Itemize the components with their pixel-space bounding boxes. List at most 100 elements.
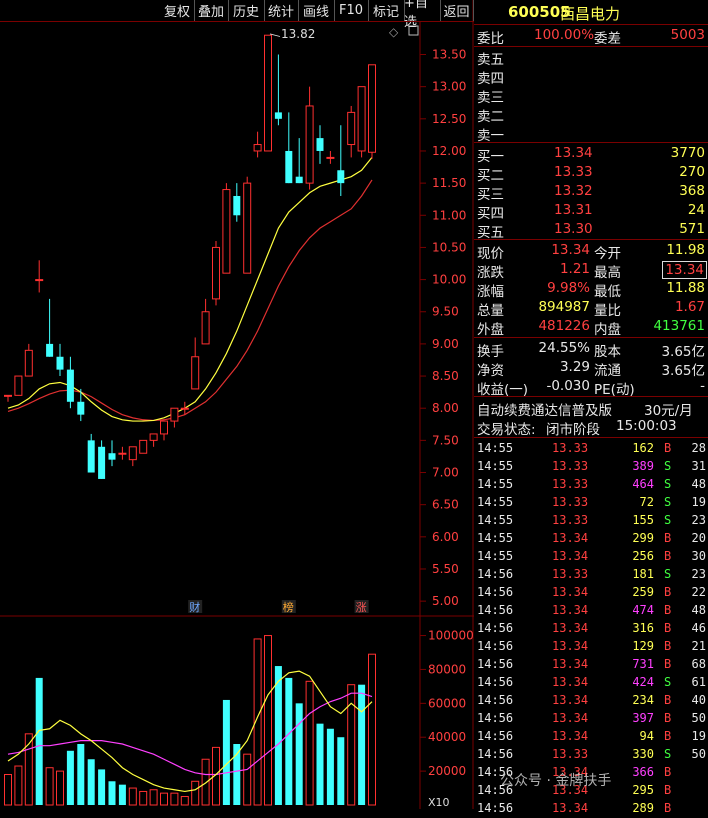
stat-label: 内盘 (594, 322, 621, 338)
candle-body (87, 440, 95, 473)
toolbar-button[interactable]: +自选 (404, 0, 441, 30)
candle (128, 446, 137, 467)
tick-time: 14:56 (477, 657, 514, 671)
stat-label: 涨幅 (477, 284, 504, 300)
toolbar-button[interactable]: 画线 (298, 0, 335, 21)
candle-body (368, 64, 376, 153)
candle-body (77, 401, 85, 415)
candle-body (212, 246, 220, 300)
stat-value: 9.98% (547, 280, 590, 296)
event-marker: 财 (189, 600, 200, 614)
price-tick-label: 6.00 (432, 530, 459, 544)
candle (108, 440, 116, 467)
tick-row: 14:56 13.34 259 B 22 (474, 584, 708, 602)
tick-direction: S (664, 459, 672, 473)
candle-body (98, 446, 106, 479)
stat-row: 总量 894987 量比 1.67 (474, 299, 708, 319)
tick-volume: 234 (632, 693, 654, 707)
tick-count: 40 (691, 693, 706, 707)
tick-volume: 256 (632, 549, 654, 563)
candle-body (160, 420, 168, 435)
volume-bar (14, 765, 23, 806)
tick-direction: B (664, 549, 672, 563)
tick-time: 14:56 (477, 711, 514, 725)
stat-label: 净资 (477, 363, 504, 379)
tick-volume: 316 (632, 621, 654, 635)
tick-direction: B (664, 621, 672, 635)
toolbar-button[interactable]: F10 (334, 0, 369, 21)
price-ma-red-line (7, 179, 373, 422)
toolbar-button[interactable]: 叠加 (194, 0, 229, 21)
candle-body (243, 182, 252, 274)
tick-count: 30 (691, 549, 706, 563)
tick-volume: 295 (632, 783, 654, 797)
toolbar-button[interactable]: 复权 (160, 0, 195, 21)
buy-level-volume: 3770 (670, 145, 705, 161)
candle (170, 407, 179, 428)
candle (46, 298, 54, 357)
volume-bar (368, 653, 376, 806)
stat-row: 涨跌 1.21 最高 13.34 (474, 261, 708, 281)
tick-price: 13.33 (552, 477, 589, 491)
volume-bar (264, 635, 272, 806)
candle-body (180, 407, 189, 410)
tick-time: 14:55 (477, 513, 514, 527)
candle (98, 440, 106, 479)
candle (191, 337, 200, 390)
stat-label: 总量 (477, 303, 504, 319)
candle (160, 420, 168, 441)
tick-price: 13.34 (552, 531, 589, 545)
candle (14, 375, 23, 396)
tick-time: 14:55 (477, 531, 514, 545)
stat-label: 今开 (594, 246, 621, 262)
tick-time: 14:56 (477, 729, 514, 743)
ad-price[interactable]: 30元/月 (644, 399, 693, 419)
volume-bar (118, 784, 126, 805)
ad-text[interactable]: 自动续费通达信普及版 (477, 399, 612, 419)
stat-value: 3.65亿 (661, 344, 705, 360)
tick-direction: B (664, 801, 672, 815)
tick-volume: 129 (632, 639, 654, 653)
volume-bar (243, 753, 252, 806)
trade-status-row: 交易状态: 闭市阶段 15:00:03 (474, 418, 708, 438)
volume-bar (108, 781, 116, 805)
tick-direction: S (664, 513, 672, 527)
tick-time: 14:56 (477, 801, 514, 815)
sell-level-label: 卖二 (477, 109, 504, 125)
candle (35, 260, 44, 293)
volume-bar (285, 677, 293, 805)
stat-value: 1.67 (674, 299, 705, 315)
buy-level-price: 13.30 (554, 221, 593, 237)
tick-row: 14:56 13.34 289 B (474, 800, 708, 818)
tick-time: 14:55 (477, 477, 514, 491)
tick-row: 14:56 13.34 474 B 48 (474, 602, 708, 620)
toolbar-button[interactable]: 返回 (440, 0, 474, 21)
candle-body (108, 453, 116, 460)
tick-time: 14:56 (477, 675, 514, 689)
stat-value: 13.34 (662, 261, 707, 279)
buy-level-row: 买三 13.32 368 (474, 183, 708, 203)
sell-level-row: 卖五 (474, 48, 708, 68)
toolbar-button[interactable]: 统计 (264, 0, 299, 21)
tick-count: 19 (691, 495, 706, 509)
tick-time: 14:56 (477, 603, 514, 617)
candle-body (14, 375, 23, 396)
tick-row: 14:56 13.34 94 B 19 (474, 728, 708, 746)
candle-body (274, 112, 282, 119)
buy-level-row: 买一 13.34 3770 (474, 145, 708, 165)
ad-row[interactable]: 自动续费通达信普及版 30元/月 (474, 399, 708, 419)
candle-body (253, 144, 262, 152)
stat2-row: 净资 3.29 流通 3.65亿 (474, 359, 708, 379)
price-ma-yellow-line (7, 157, 373, 422)
candle-body (326, 156, 335, 159)
candle (326, 150, 335, 164)
candle-body (4, 394, 12, 397)
candle-body (201, 311, 210, 345)
buy-level-price: 13.34 (554, 145, 593, 161)
volume-tick-label: 20000 (428, 764, 466, 778)
tick-volume: 397 (632, 711, 654, 725)
toolbar-button[interactable]: 历史 (228, 0, 265, 21)
buy-level-volume: 571 (679, 221, 705, 237)
toolbar-button[interactable]: 标记 (368, 0, 405, 21)
tick-count: 50 (691, 711, 706, 725)
